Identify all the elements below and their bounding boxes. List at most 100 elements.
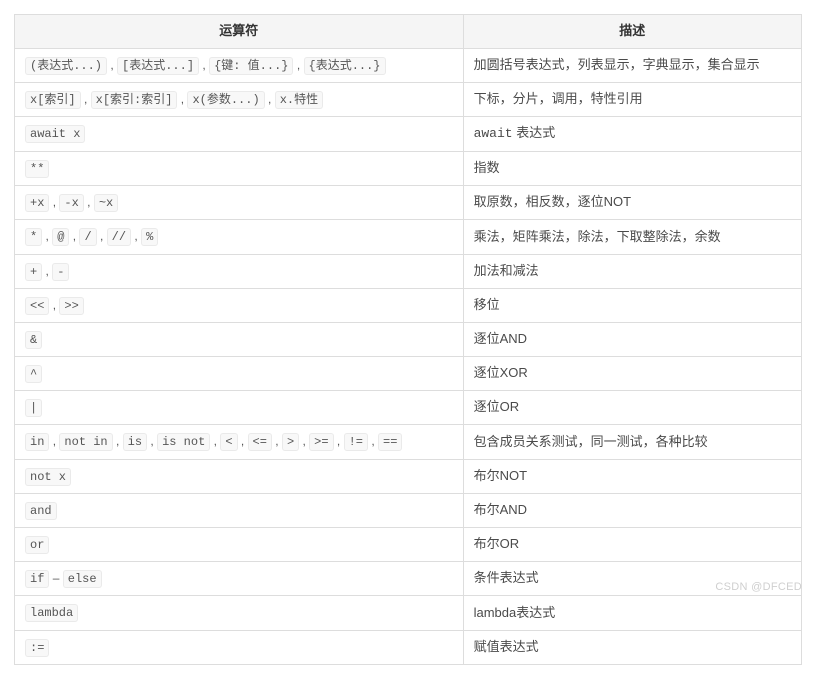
- operator-token: (表达式...): [25, 57, 107, 75]
- operator-token: if: [25, 570, 49, 588]
- operator-token: *: [25, 228, 42, 246]
- table-row: x[索引] , x[索引:索引] , x(参数...) , x.特性下标，分片，…: [15, 82, 802, 116]
- operator-token: +: [25, 263, 42, 281]
- table-row: not x 布尔NOT: [15, 459, 802, 493]
- description-cell: 逐位AND: [463, 322, 801, 356]
- table-row: * , @ , / , // , %乘法，矩阵乘法，除法，下取整除法，余数: [15, 220, 802, 254]
- operator-cell: << , >>: [15, 288, 464, 322]
- operator-cell: x[索引] , x[索引:索引] , x(参数...) , x.特性: [15, 82, 464, 116]
- description-cell: 布尔AND: [463, 493, 801, 527]
- desc-code: await: [474, 126, 513, 141]
- operator-token: ==: [378, 433, 402, 451]
- operator-cell: and: [15, 493, 464, 527]
- description-cell: 逐位OR: [463, 391, 801, 425]
- table-row: and 布尔AND: [15, 493, 802, 527]
- description-cell: 加法和减法: [463, 254, 801, 288]
- table-row: (表达式...) , [表达式...] , {键: 值...} , {表达式..…: [15, 48, 802, 82]
- operator-cell: * , @ , / , // , %: [15, 220, 464, 254]
- operator-cell: ^: [15, 357, 464, 391]
- operator-token: {键: 值...}: [209, 57, 293, 75]
- operator-token: -x: [59, 194, 83, 212]
- description-cell: await 表达式: [463, 117, 801, 152]
- operator-token: x[索引]: [25, 91, 81, 109]
- operator-token: -: [52, 263, 69, 281]
- operator-cell: lambda: [15, 596, 464, 630]
- table-row: in , not in , is , is not , < , <= , > ,…: [15, 425, 802, 459]
- operator-token: /: [79, 228, 96, 246]
- table-row: ^ 逐位XOR: [15, 357, 802, 391]
- table-row: await x await 表达式: [15, 117, 802, 152]
- operator-token: !=: [344, 433, 368, 451]
- description-cell: 逐位XOR: [463, 357, 801, 391]
- operator-token: in: [25, 433, 49, 451]
- operator-cell: not x: [15, 459, 464, 493]
- operator-token: :=: [25, 639, 49, 657]
- description-cell: 下标，分片，调用，特性引用: [463, 82, 801, 116]
- operator-token: await x: [25, 125, 85, 143]
- description-cell: 移位: [463, 288, 801, 322]
- operator-cell: :=: [15, 630, 464, 664]
- operator-token: not x: [25, 468, 71, 486]
- table-row: +x , -x , ~x取原数，相反数，逐位NOT: [15, 186, 802, 220]
- table-row: & 逐位AND: [15, 322, 802, 356]
- operator-token: +x: [25, 194, 49, 212]
- operator-cell: await x: [15, 117, 464, 152]
- operator-token: or: [25, 536, 49, 554]
- operator-token: >: [282, 433, 299, 451]
- operator-token: is: [123, 433, 147, 451]
- description-cell: 乘法，矩阵乘法，除法，下取整除法，余数: [463, 220, 801, 254]
- description-cell: 布尔NOT: [463, 459, 801, 493]
- description-cell: lambda表达式: [463, 596, 801, 630]
- operator-token: x(参数...): [187, 91, 264, 109]
- operator-token: @: [52, 228, 69, 246]
- operator-token: &: [25, 331, 42, 349]
- operator-token: x.特性: [275, 91, 323, 109]
- operator-cell: +x , -x , ~x: [15, 186, 464, 220]
- description-cell: 布尔OR: [463, 528, 801, 562]
- operator-cell: **: [15, 151, 464, 185]
- table-row: := 赋值表达式: [15, 630, 802, 664]
- operator-token: <=: [248, 433, 272, 451]
- description-cell: 包含成员关系测试，同一测试，各种比较: [463, 425, 801, 459]
- operator-token: |: [25, 399, 42, 417]
- operator-token: and: [25, 502, 57, 520]
- operator-token: lambda: [25, 604, 78, 622]
- table-row: lambda lambda表达式: [15, 596, 802, 630]
- operator-token: [表达式...]: [117, 57, 199, 75]
- table-row: ** 指数: [15, 151, 802, 185]
- description-cell: 取原数，相反数，逐位NOT: [463, 186, 801, 220]
- operator-token: x[索引:索引]: [91, 91, 178, 109]
- operator-token: {表达式...}: [304, 57, 386, 75]
- operator-token: ^: [25, 365, 42, 383]
- operator-token: **: [25, 160, 49, 178]
- operator-cell: (表达式...) , [表达式...] , {键: 值...} , {表达式..…: [15, 48, 464, 82]
- operator-token: %: [141, 228, 158, 246]
- table-row: or 布尔OR: [15, 528, 802, 562]
- table-row: | 逐位OR: [15, 391, 802, 425]
- watermark: CSDN @DFCED: [715, 581, 802, 593]
- description-cell: 加圆括号表达式，列表显示，字典显示，集合显示: [463, 48, 801, 82]
- header-operator: 运算符: [15, 15, 464, 49]
- table-row: << , >>移位: [15, 288, 802, 322]
- operator-cell: if – else: [15, 562, 464, 596]
- table-header-row: 运算符 描述: [15, 15, 802, 49]
- operator-cell: &: [15, 322, 464, 356]
- description-cell: 赋值表达式: [463, 630, 801, 664]
- operator-token: is not: [157, 433, 210, 451]
- operator-token: >>: [59, 297, 83, 315]
- operator-token: else: [63, 570, 102, 588]
- operator-precedence-table: 运算符 描述 (表达式...) , [表达式...] , {键: 值...} ,…: [14, 14, 802, 665]
- table-row: if – else条件表达式: [15, 562, 802, 596]
- header-description: 描述: [463, 15, 801, 49]
- operator-token: ~x: [94, 194, 118, 212]
- table-row: + , -加法和减法: [15, 254, 802, 288]
- operator-token: <: [220, 433, 237, 451]
- operator-cell: or: [15, 528, 464, 562]
- operator-token: //: [107, 228, 131, 246]
- operator-token: <<: [25, 297, 49, 315]
- description-cell: 指数: [463, 151, 801, 185]
- operator-cell: + , -: [15, 254, 464, 288]
- operator-token: not in: [59, 433, 112, 451]
- operator-cell: in , not in , is , is not , < , <= , > ,…: [15, 425, 464, 459]
- operator-token: >=: [309, 433, 333, 451]
